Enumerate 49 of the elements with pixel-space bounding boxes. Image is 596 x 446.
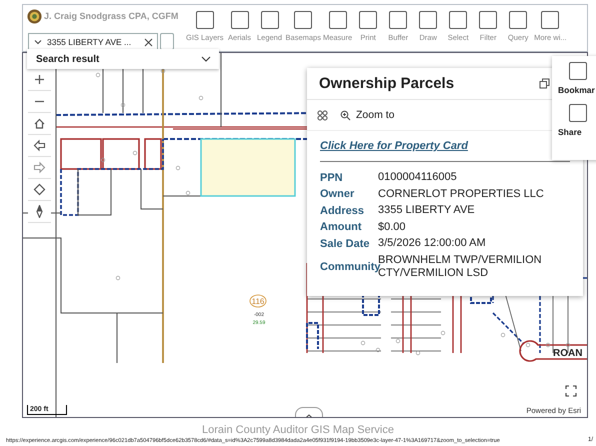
- fullscreen-icon[interactable]: [565, 385, 577, 397]
- widget-placeholder-icon: [541, 11, 560, 29]
- seal-logo-icon: [27, 9, 42, 24]
- diamond-icon: [33, 183, 46, 196]
- field-value: 0100004116005: [378, 171, 458, 184]
- widget-placeholder-icon: [569, 104, 587, 122]
- popup-title: Ownership Parcels: [319, 75, 456, 92]
- right-arrow-icon: [33, 161, 46, 174]
- widget-placeholder-icon: [569, 62, 587, 80]
- side-widget-button[interactable]: Bookmar: [552, 62, 596, 95]
- widget-placeholder-icon: [389, 11, 408, 29]
- grid-dots-icon[interactable]: [317, 110, 328, 120]
- search-result-dropdown[interactable]: Search result: [27, 49, 219, 69]
- widget-placeholder-icon: [230, 11, 249, 29]
- field-label: Address: [320, 204, 366, 217]
- widget-placeholder-icon: [359, 11, 378, 29]
- widget-placeholder-icon: [328, 11, 347, 29]
- field-label: Amount: [320, 221, 363, 234]
- field-value: $0.00: [378, 220, 407, 234]
- zoom-in-icon: [340, 110, 351, 120]
- widget-placeholder-icon: [419, 11, 438, 29]
- home-icon: [33, 117, 46, 130]
- zoom-to-button[interactable]: Zoom to: [334, 109, 395, 121]
- route-shield: 116: [250, 294, 266, 308]
- footer-text: Lorain County Auditor GIS Map Service: [201, 424, 395, 436]
- chevron-down-icon: [201, 56, 211, 62]
- close-icon[interactable]: [144, 38, 153, 46]
- side-widget-button[interactable]: Share: [552, 104, 596, 137]
- property-card-link[interactable]: Click Here for Property Card: [320, 140, 468, 152]
- chevron-down-icon: [32, 37, 44, 47]
- plus-icon: [33, 73, 46, 86]
- left-arrow-icon: [33, 139, 46, 152]
- field-label: PPN: [320, 172, 344, 184]
- field-value: 3/5/2026 12:00:00 AM: [378, 237, 487, 250]
- field-value: 3355 LIBERTY AVE: [378, 204, 476, 218]
- field-label: Sale Date: [320, 238, 371, 250]
- field-label: Owner: [320, 188, 356, 200]
- widget-placeholder-icon: [509, 11, 528, 29]
- widget-placeholder-icon: [196, 11, 214, 29]
- dock-icon[interactable]: [539, 78, 550, 89]
- widget-placeholder-icon: [294, 11, 312, 29]
- widget-placeholder-icon: [260, 11, 279, 29]
- widget-placeholder-icon: [479, 11, 498, 29]
- expand-tab[interactable]: [295, 407, 323, 417]
- widget-placeholder-icon: [449, 11, 468, 29]
- field-label: Community: [320, 261, 378, 273]
- field-value: CORNERLOT PROPERTIES LLC: [378, 188, 545, 201]
- site-title: J. Craig Snodgrass CPA, CGFM: [44, 11, 178, 21]
- road-label: ROAN: [553, 348, 582, 359]
